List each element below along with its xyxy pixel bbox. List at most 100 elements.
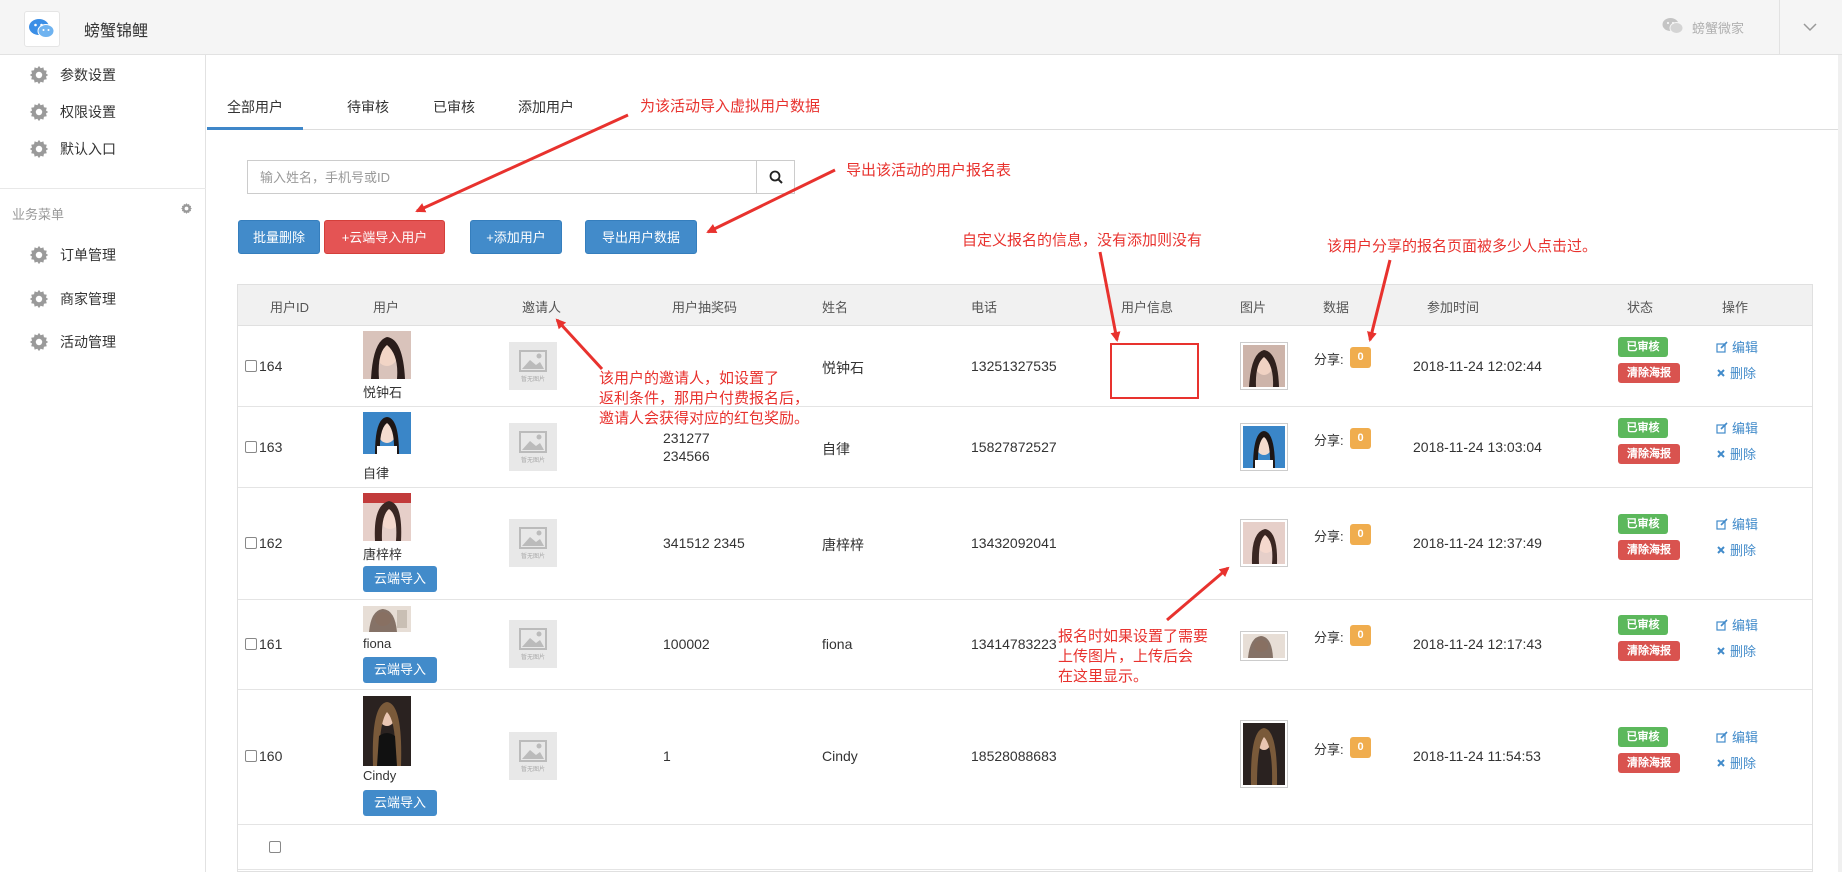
select-all-checkbox[interactable] bbox=[269, 841, 281, 853]
clear-poster-button[interactable]: 清除海报 bbox=[1618, 444, 1680, 464]
sidebar: 参数设置 权限设置 默认入口 业务菜单 订单管理 商家管理 活动管理 bbox=[0, 55, 206, 872]
uploaded-photo[interactable] bbox=[1240, 342, 1288, 390]
sidebar-item-orders[interactable]: 订单管理 bbox=[28, 242, 116, 268]
delete-link[interactable]: 删除 bbox=[1716, 641, 1756, 660]
tab-approved[interactable]: 已审核 bbox=[413, 90, 495, 130]
status-approved-badge[interactable]: 已审核 bbox=[1618, 615, 1668, 635]
sidebar-item-permissions[interactable]: 权限设置 bbox=[28, 99, 116, 125]
cloud-import-button[interactable]: +云端导入用户 bbox=[324, 220, 445, 254]
clear-poster-button[interactable]: 清除海报 bbox=[1618, 363, 1680, 383]
status-approved-badge[interactable]: 已审核 bbox=[1618, 418, 1668, 438]
close-icon bbox=[1717, 449, 1725, 458]
batch-delete-button[interactable]: 批量删除 bbox=[238, 220, 320, 254]
row-checkbox[interactable] bbox=[245, 441, 257, 453]
cloud-import-row-button[interactable]: 云端导入 bbox=[363, 566, 437, 592]
table-row: 160 Cindy 云端导入 暂无图片 1 Cindy 18528088683 … bbox=[238, 690, 1812, 825]
clear-poster-button[interactable]: 清除海报 bbox=[1618, 753, 1680, 773]
table-row: 163 自律 暂无图片 231277 234566 自律 15827872527… bbox=[238, 407, 1812, 488]
join-time: 2018-11-24 11:54:53 bbox=[1413, 748, 1541, 764]
edit-link[interactable]: 编辑 bbox=[1716, 615, 1758, 634]
edit-icon bbox=[1716, 421, 1728, 434]
share-label: 分享: bbox=[1314, 352, 1344, 367]
clear-poster-button[interactable]: 清除海报 bbox=[1618, 540, 1680, 560]
user-id: 162 bbox=[259, 535, 283, 551]
clear-poster-button[interactable]: 清除海报 bbox=[1618, 641, 1680, 661]
delete-link[interactable]: 删除 bbox=[1716, 363, 1756, 382]
annotation-line: 在这里显示。 bbox=[1058, 668, 1149, 685]
avatar bbox=[363, 493, 411, 541]
vertical-scrollbar[interactable] bbox=[1838, 55, 1842, 872]
delete-link[interactable]: 删除 bbox=[1716, 444, 1756, 463]
cloud-import-row-button[interactable]: 云端导入 bbox=[363, 790, 437, 816]
uploaded-photo[interactable] bbox=[1240, 720, 1288, 788]
share-label: 分享: bbox=[1314, 529, 1344, 544]
share-count-badge: 0 bbox=[1350, 737, 1371, 758]
header-status: 状态 bbox=[1627, 300, 1654, 315]
share-count-badge: 0 bbox=[1350, 625, 1371, 646]
row-checkbox[interactable] bbox=[245, 360, 257, 372]
row-checkbox[interactable] bbox=[245, 638, 257, 650]
share-count-badge: 0 bbox=[1350, 347, 1371, 368]
status-approved-badge[interactable]: 已审核 bbox=[1618, 337, 1668, 357]
search-input[interactable] bbox=[248, 161, 756, 193]
edit-link[interactable]: 编辑 bbox=[1716, 514, 1758, 533]
header-phone: 电话 bbox=[971, 300, 998, 315]
add-user-button[interactable]: +添加用户 bbox=[470, 220, 562, 254]
row-checkbox[interactable] bbox=[245, 750, 257, 762]
edit-link[interactable]: 编辑 bbox=[1716, 727, 1758, 746]
placeholder-caption: 暂无图片 bbox=[520, 376, 545, 383]
sidebar-group-title: 业务菜单 bbox=[12, 207, 65, 222]
cloud-import-row-button[interactable]: 云端导入 bbox=[363, 657, 437, 683]
uploaded-photo[interactable] bbox=[1240, 631, 1288, 661]
top-divider bbox=[1779, 0, 1780, 55]
tab-add-user[interactable]: 添加用户 bbox=[498, 90, 594, 130]
wechat-icon bbox=[1662, 17, 1684, 38]
tab-pending[interactable]: 待审核 bbox=[327, 90, 409, 130]
user-name: 唐梓梓 bbox=[822, 537, 864, 553]
annotation-upload: 报名时如果设置了需要 上传图片，上传后会 在这里显示。 bbox=[1058, 627, 1208, 687]
sidebar-item-params[interactable]: 参数设置 bbox=[28, 62, 116, 88]
chevron-down-icon[interactable] bbox=[1800, 17, 1820, 37]
user-id: 160 bbox=[259, 748, 283, 764]
edit-link[interactable]: 编辑 bbox=[1716, 418, 1758, 437]
uploaded-photo[interactable] bbox=[1240, 519, 1288, 567]
status-approved-badge[interactable]: 已审核 bbox=[1618, 514, 1668, 534]
brand-area[interactable]: 螃蟹微家 bbox=[1662, 17, 1744, 38]
image-placeholder-icon: 暂无图片 bbox=[509, 620, 557, 668]
export-button[interactable]: 导出用户数据 bbox=[585, 220, 697, 254]
user-nickname: fiona bbox=[363, 636, 392, 651]
annotation-share-clicks: 该用户分享的报名页面被多少人点击过。 bbox=[1327, 238, 1598, 255]
edit-link[interactable]: 编辑 bbox=[1716, 337, 1758, 356]
sidebar-item-activities[interactable]: 活动管理 bbox=[28, 329, 116, 355]
header-picture: 图片 bbox=[1240, 300, 1267, 315]
image-placeholder-icon: 暂无图片 bbox=[509, 423, 557, 471]
lottery-code-line: 231277 bbox=[663, 430, 710, 446]
gear-icon[interactable] bbox=[180, 202, 193, 215]
delete-link[interactable]: 删除 bbox=[1716, 753, 1756, 772]
search-icon bbox=[769, 170, 783, 184]
tab-all-users[interactable]: 全部用户 bbox=[207, 90, 303, 130]
user-nickname: 自律 bbox=[363, 466, 390, 481]
close-icon bbox=[1717, 758, 1725, 767]
image-placeholder-icon: 暂无图片 bbox=[509, 342, 557, 390]
image-placeholder-icon: 暂无图片 bbox=[509, 732, 557, 780]
join-time: 2018-11-24 12:02:44 bbox=[1413, 358, 1542, 374]
uploaded-photo[interactable] bbox=[1240, 423, 1288, 471]
close-icon bbox=[1717, 646, 1725, 655]
user-nickname: Cindy bbox=[363, 768, 397, 783]
avatar bbox=[363, 696, 411, 766]
status-approved-badge[interactable]: 已审核 bbox=[1618, 727, 1668, 747]
delete-label: 删除 bbox=[1730, 366, 1757, 381]
search-button[interactable] bbox=[756, 161, 794, 193]
header-user-info: 用户信息 bbox=[1121, 300, 1174, 315]
row-checkbox[interactable] bbox=[245, 537, 257, 549]
user-phone: 13432092041 bbox=[971, 535, 1057, 551]
header-inviter: 邀请人 bbox=[522, 300, 562, 315]
sidebar-item-default-entry[interactable]: 默认入口 bbox=[28, 136, 116, 162]
annotation-line: 上传图片，上传后会 bbox=[1058, 648, 1194, 665]
user-phone: 13251327535 bbox=[971, 358, 1057, 374]
user-phone: 13414783223 bbox=[971, 636, 1057, 652]
delete-link[interactable]: 删除 bbox=[1716, 540, 1756, 559]
share-count-badge: 0 bbox=[1350, 428, 1371, 449]
sidebar-item-merchants[interactable]: 商家管理 bbox=[28, 286, 116, 312]
